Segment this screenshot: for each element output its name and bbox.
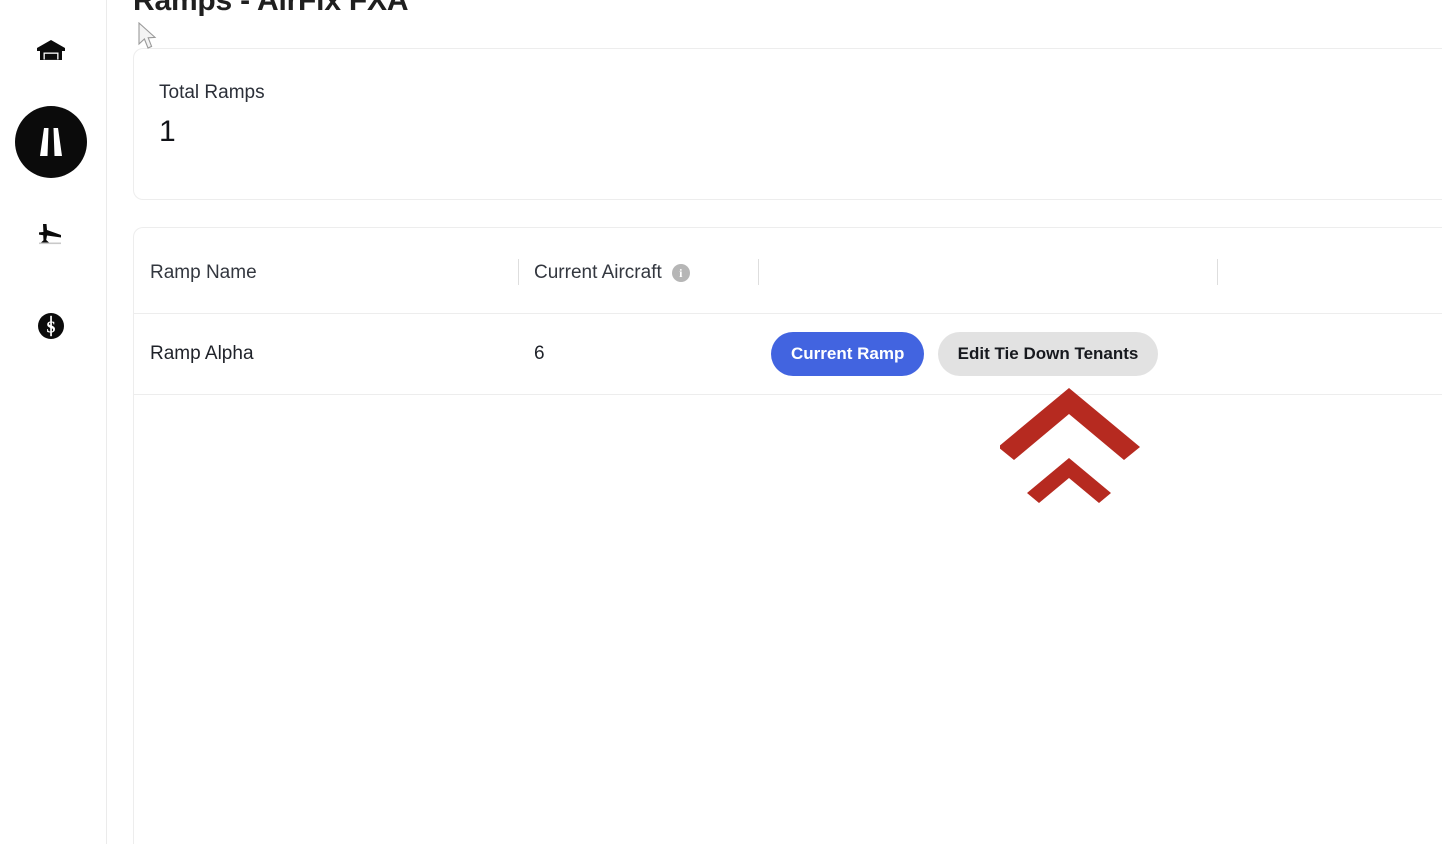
sidebar-item-billing[interactable]: S	[15, 290, 87, 362]
sidebar-item-ramps[interactable]	[15, 106, 87, 178]
column-divider[interactable]	[1217, 259, 1218, 285]
cell-current-aircraft: 6	[534, 343, 545, 364]
total-ramps-value: 1	[159, 115, 176, 148]
column-divider[interactable]	[758, 259, 759, 285]
cell-actions: Current Ramp Edit Tie Down Tenants	[771, 332, 1159, 376]
page-title: Ramps - AirFix FXA	[133, 0, 409, 17]
sidebar-item-hangar[interactable]	[15, 14, 87, 86]
cell-ramp-name: Ramp Alpha	[150, 343, 254, 364]
total-ramps-card: Total Ramps 1	[133, 48, 1442, 200]
total-ramps-label: Total Ramps	[159, 82, 265, 103]
aircraft-icon	[39, 224, 61, 245]
column-divider[interactable]	[518, 259, 519, 285]
column-header-label: Ramp Name	[150, 262, 257, 283]
column-header-ramp-name[interactable]: Ramp Name	[150, 262, 257, 284]
info-icon[interactable]: i	[671, 264, 690, 282]
sidebar-active-bubble	[15, 106, 87, 178]
sidebar-item-aircraft[interactable]	[15, 198, 87, 270]
column-header-label: Current Aircraft	[534, 262, 662, 283]
dollar-circle-icon: S	[38, 313, 64, 339]
sidebar: S	[0, 0, 107, 844]
app-window: S Ramps - AirFix FXA Total Ramps 1 Ramp …	[0, 0, 1442, 844]
hangar-icon	[37, 40, 65, 60]
table-header-row: Ramp Name Current Aircraft i	[134, 228, 1442, 314]
edit-tie-down-tenants-button[interactable]: Edit Tie Down Tenants	[937, 332, 1159, 376]
table-row[interactable]: Ramp Alpha 6 Current Ramp Edit Tie Down …	[134, 314, 1442, 395]
current-ramp-button[interactable]: Current Ramp	[771, 332, 925, 376]
ramps-table-card: Ramp Name Current Aircraft i Ramp Alpha …	[133, 227, 1442, 844]
main-content: Ramps - AirFix FXA Total Ramps 1 Ramp Na…	[107, 0, 1442, 844]
column-header-current-aircraft[interactable]: Current Aircraft i	[534, 262, 690, 284]
road-icon	[40, 128, 62, 156]
